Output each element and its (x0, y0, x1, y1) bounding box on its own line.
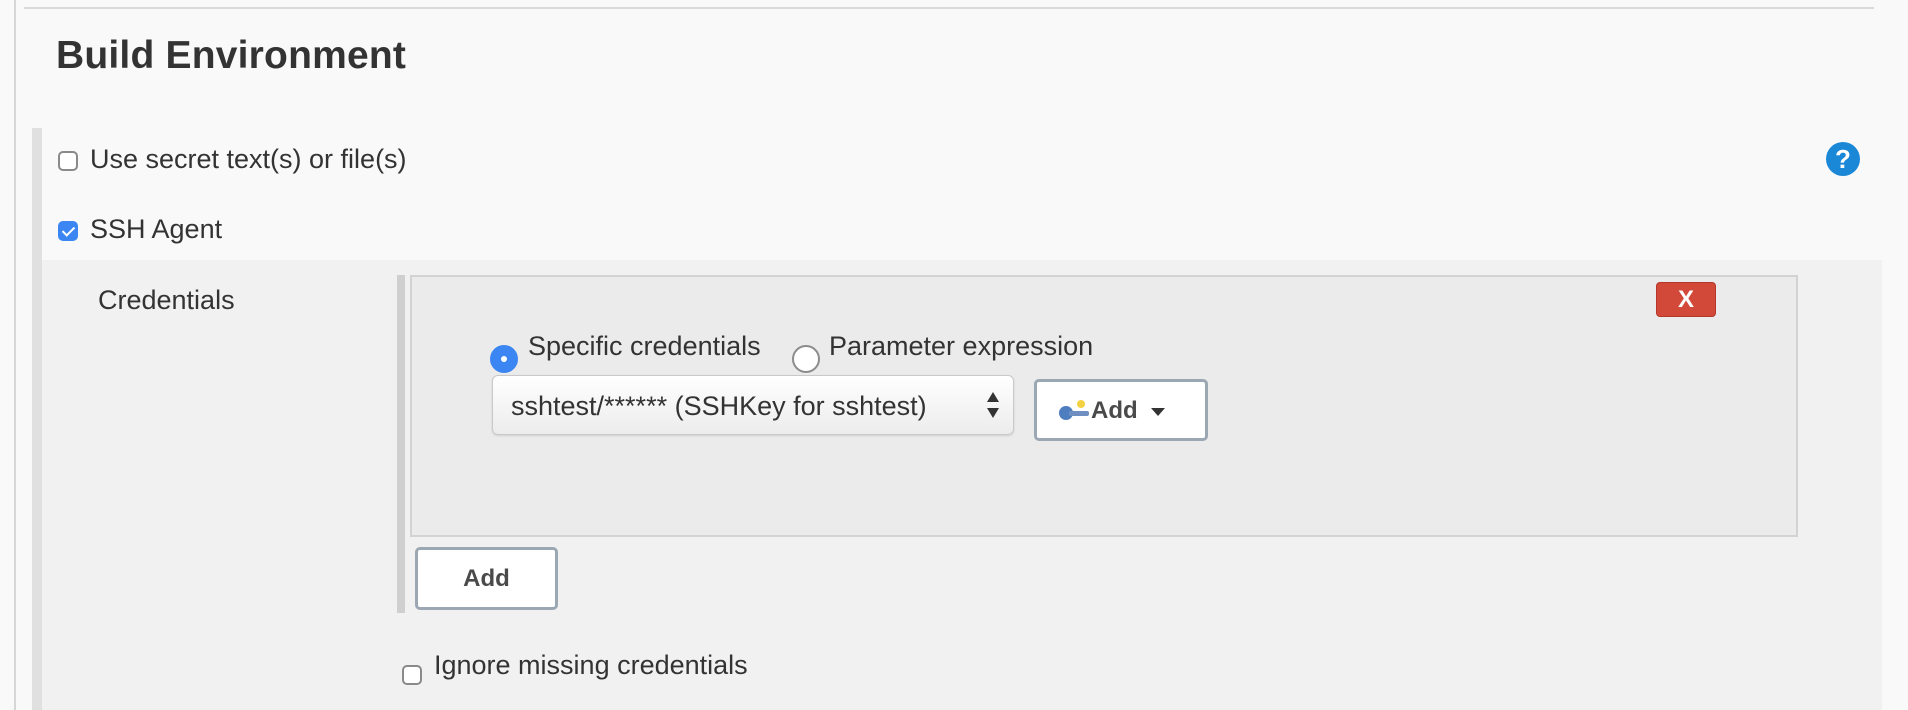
page-left-border (14, 0, 16, 710)
credentials-indent-bar (397, 275, 405, 613)
add-credential-label: Add (1091, 397, 1138, 424)
credentials-label: Credentials (98, 285, 235, 315)
delete-button[interactable]: X (1656, 282, 1716, 317)
ignore-missing-checkbox[interactable] (402, 665, 422, 685)
use-secret-checkbox[interactable] (58, 151, 78, 171)
ssh-agent-label: SSH Agent (90, 214, 223, 244)
ssh-agent-checkbox[interactable] (58, 221, 78, 241)
help-icon[interactable]: ? (1826, 142, 1860, 176)
credential-select-value: sshtest/****** (SSHKey for sshtest) (511, 391, 927, 421)
section-title: Build Environment (56, 34, 407, 77)
specific-credentials-radio[interactable] (490, 345, 518, 373)
credential-select[interactable]: sshtest/****** (SSHKey for sshtest) (492, 375, 1014, 435)
select-arrows-icon (987, 389, 1001, 423)
ignore-missing-label: Ignore missing credentials (434, 650, 748, 680)
specific-credentials-label: Specific credentials (528, 331, 761, 361)
top-divider (24, 7, 1874, 9)
use-secret-label: Use secret text(s) or file(s) (90, 144, 407, 174)
caret-down-icon (1151, 408, 1165, 416)
key-icon (1059, 400, 1091, 422)
add-button[interactable]: Add (415, 547, 558, 610)
parameter-expression-radio[interactable] (792, 345, 820, 373)
add-credential-button[interactable]: Add (1034, 379, 1208, 441)
parameter-expression-label: Parameter expression (829, 331, 1094, 361)
section-indent-bar (32, 128, 42, 710)
